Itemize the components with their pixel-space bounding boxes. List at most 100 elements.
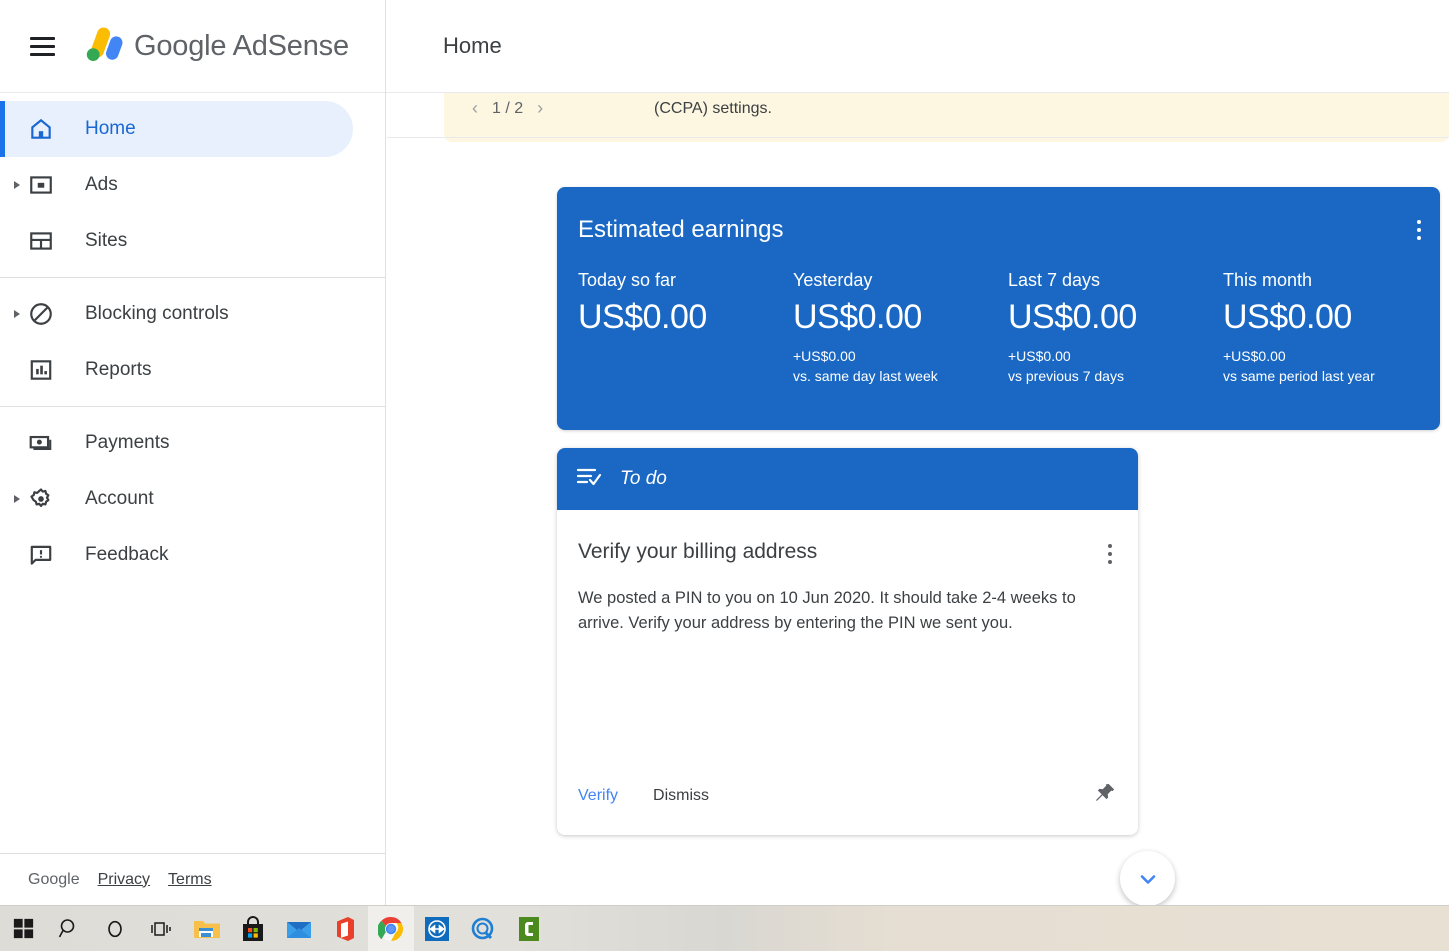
- todo-card-body: Verify your billing address We posted a …: [557, 510, 1138, 636]
- reports-icon: [28, 357, 54, 383]
- todo-card-header: To do: [557, 448, 1138, 510]
- footer-terms-link[interactable]: Terms: [168, 871, 212, 889]
- quicktime-button[interactable]: [460, 906, 506, 951]
- cortana-button[interactable]: [92, 906, 138, 951]
- camtasia-button[interactable]: [506, 906, 552, 951]
- metric-delta-value: +US$0.00: [1008, 348, 1071, 364]
- metric-today: Today so far US$0.00: [578, 270, 793, 387]
- sidebar-item-label: Sites: [85, 230, 128, 251]
- checklist-icon: [576, 466, 603, 493]
- block-icon: [28, 301, 54, 327]
- mail-envelope-icon: [287, 921, 311, 938]
- gear-icon: [28, 486, 54, 512]
- adsense-logo-icon: [86, 27, 123, 61]
- sidebar-item-blocking-controls[interactable]: Blocking controls: [0, 286, 353, 342]
- cortana-circle-icon: [108, 920, 122, 937]
- todo-card-actions: Verify Dismiss: [557, 757, 1138, 835]
- sidebar-item-ads[interactable]: Ads: [0, 157, 353, 213]
- sidebar-item-label: Blocking controls: [85, 303, 229, 324]
- teamviewer-button[interactable]: [414, 906, 460, 951]
- sidebar-item-reports[interactable]: Reports: [0, 342, 353, 398]
- sites-icon: [28, 228, 54, 254]
- sidebar-item-label: Reports: [85, 359, 152, 380]
- banner-page-indicator: 1 / 2: [492, 99, 524, 117]
- sidebar-item-account[interactable]: Account: [0, 471, 353, 527]
- office-button[interactable]: [322, 906, 368, 951]
- sidebar-item-label: Ads: [85, 174, 118, 195]
- dismiss-button[interactable]: Dismiss: [653, 787, 709, 805]
- metric-value: US$0.00: [578, 298, 707, 336]
- camtasia-icon: [519, 916, 539, 941]
- metric-delta-value: +US$0.00: [1223, 348, 1286, 364]
- chrome-button[interactable]: [368, 905, 414, 951]
- todo-item-title: Verify your billing address: [578, 540, 818, 563]
- estimated-earnings-card: Estimated earnings Today so far US$0.00 …: [557, 187, 1440, 430]
- sidebar-item-home[interactable]: Home: [0, 101, 353, 157]
- microsoft-store-button[interactable]: [230, 906, 276, 951]
- metric-delta: +US$0.00 vs previous 7 days: [1008, 346, 1223, 387]
- brand-logo[interactable]: Google AdSense: [78, 23, 349, 69]
- main-content: ‹ 1 / 2 › (CCPA) settings. Estimated ear…: [387, 93, 1449, 905]
- banner-message: (CCPA) settings.: [654, 100, 772, 117]
- earnings-more-vert-icon[interactable]: [1417, 220, 1421, 240]
- store-bag-icon: [243, 915, 263, 941]
- sidebar-group-3: Payments Account Feedback: [0, 407, 385, 591]
- sidebar-group-1: Home Ads Sites: [0, 93, 385, 277]
- footer-privacy-link[interactable]: Privacy: [98, 871, 150, 889]
- todo-card: To do Verify your billing address We pos…: [557, 448, 1138, 835]
- adsense-home-page: Google AdSense Home Home Ads Sites Block…: [0, 0, 1449, 951]
- search-button[interactable]: [46, 906, 92, 951]
- metric-delta-value: +US$0.00: [793, 348, 856, 364]
- todo-item-description: We posted a PIN to you on 10 Jun 2020. I…: [578, 589, 1076, 632]
- sidebar-item-feedback[interactable]: Feedback: [0, 527, 353, 583]
- ads-icon: [28, 172, 54, 198]
- sidebar-item-payments[interactable]: Payments: [0, 415, 353, 471]
- chevron-down-icon: [1140, 874, 1155, 884]
- brand-product: AdSense: [232, 29, 350, 62]
- chevron-left-icon[interactable]: ‹: [472, 98, 478, 119]
- metric-delta-note: vs same period last year: [1223, 368, 1375, 385]
- brand-google: Google: [134, 29, 227, 62]
- verify-button[interactable]: Verify: [578, 787, 618, 805]
- metric-delta-note: vs previous 7 days: [1008, 368, 1124, 385]
- feedback-icon: [28, 542, 54, 568]
- sidebar-item-label: Account: [85, 488, 154, 509]
- todo-more-vert-icon[interactable]: [1108, 544, 1112, 564]
- metric-label: Last 7 days: [1008, 270, 1101, 290]
- sidebar-navigation: Home Ads Sites Blocking controls Reports…: [0, 93, 386, 905]
- content-divider: [387, 137, 1449, 138]
- banner-pagination: ‹ 1 / 2 ›: [472, 98, 543, 119]
- sidebar-item-label: Feedback: [85, 544, 169, 565]
- pin-icon[interactable]: [1091, 781, 1117, 812]
- search-icon: [58, 918, 75, 937]
- brand-text: Google AdSense: [134, 30, 349, 63]
- sidebar-item-sites[interactable]: Sites: [0, 213, 353, 269]
- metric-label: Today so far: [578, 270, 677, 290]
- metric-label: Yesterday: [793, 270, 873, 290]
- hamburger-menu-icon[interactable]: [22, 26, 62, 66]
- metric-last-7-days: Last 7 days US$0.00 +US$0.00 vs previous…: [1008, 270, 1223, 387]
- expand-arrow-icon: [14, 495, 20, 503]
- top-app-bar: Google AdSense Home: [0, 0, 1449, 93]
- sidebar-group-2: Blocking controls Reports: [0, 278, 385, 406]
- windows-logo-icon: [13, 918, 33, 939]
- chrome-icon: [378, 916, 404, 941]
- metric-this-month: This month US$0.00 +US$0.00 vs same peri…: [1223, 270, 1438, 387]
- teamviewer-icon: [425, 916, 449, 941]
- mail-button[interactable]: [276, 906, 322, 951]
- sidebar-item-label: Home: [85, 118, 136, 139]
- file-explorer-button[interactable]: [184, 906, 230, 951]
- task-view-button[interactable]: [138, 906, 184, 951]
- folder-icon: [194, 920, 220, 938]
- earnings-metrics: Today so far US$0.00 Yesterday US$0.00 +…: [578, 270, 1418, 387]
- metric-delta: +US$0.00 vs. same day last week: [793, 346, 1008, 387]
- metric-value: US$0.00: [793, 298, 922, 336]
- metric-delta-note: vs. same day last week: [793, 368, 938, 385]
- earnings-card-title: Estimated earnings: [578, 216, 784, 243]
- metric-delta: +US$0.00 vs same period last year: [1223, 346, 1438, 387]
- chevron-right-icon[interactable]: ›: [537, 98, 543, 119]
- start-button[interactable]: [0, 906, 46, 951]
- metric-label: This month: [1223, 270, 1313, 290]
- payments-icon: [28, 430, 54, 456]
- scroll-down-fab[interactable]: [1120, 851, 1175, 905]
